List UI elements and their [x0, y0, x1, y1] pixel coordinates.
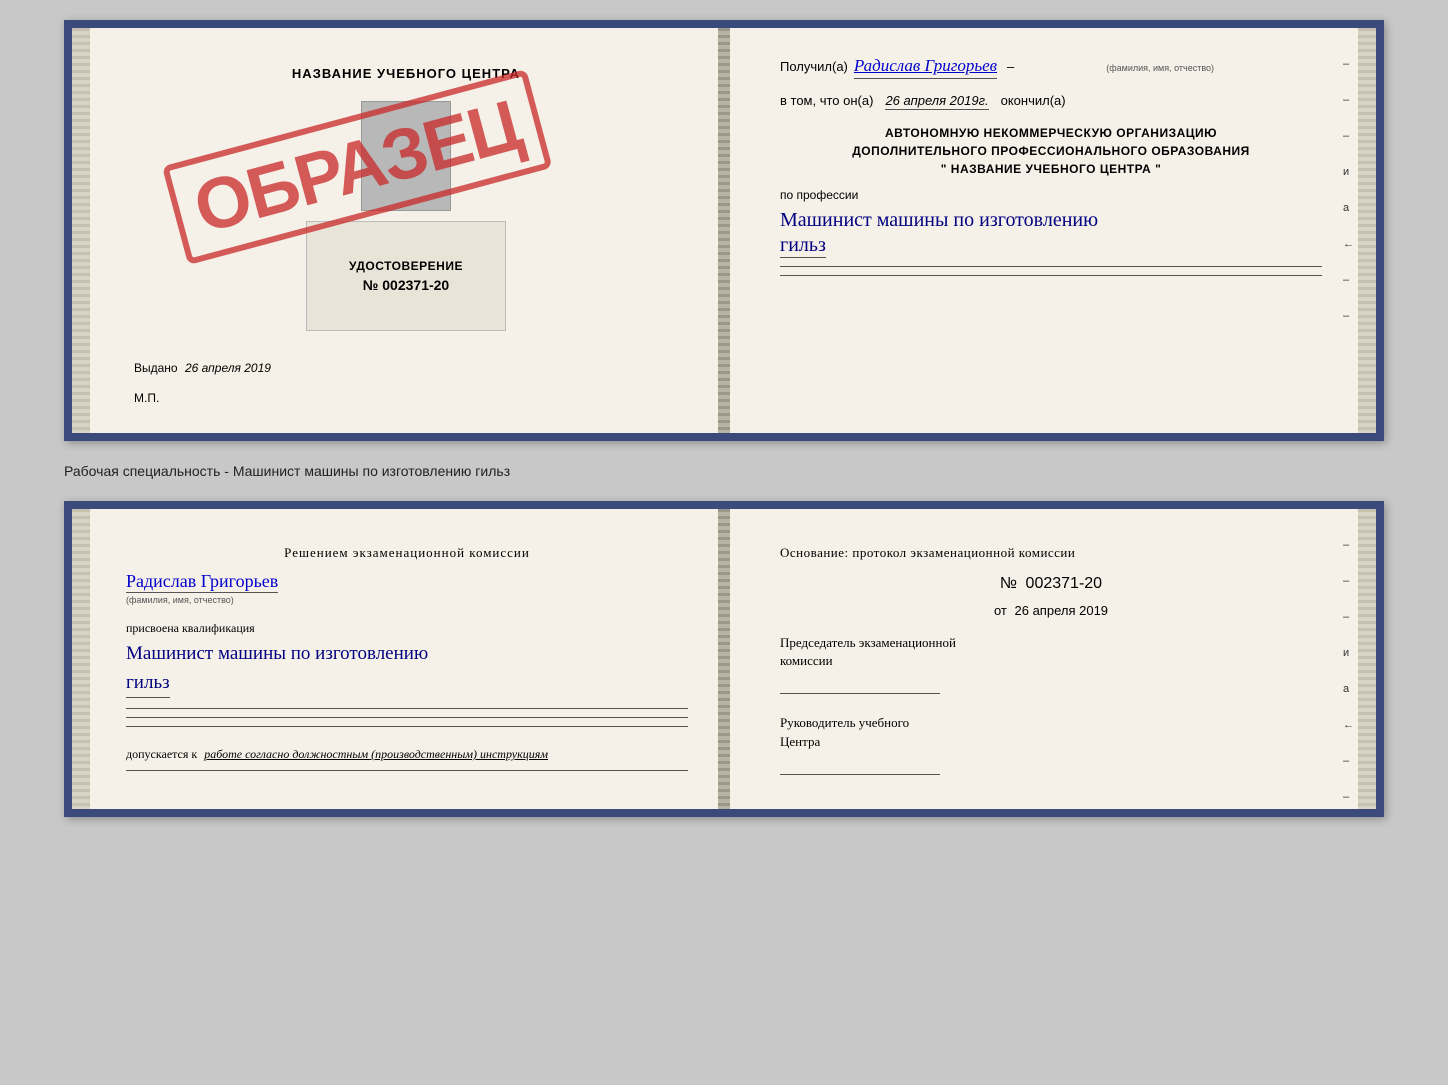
mark-4: и — [1343, 166, 1354, 178]
mark-5: а — [1343, 202, 1354, 214]
osnovanie-title: Основание: протокол экзаменационной коми… — [780, 545, 1322, 561]
rukovoditel-line1: Руководитель учебного — [780, 714, 1322, 732]
prisvoena-line: присвоена квалификация — [126, 621, 688, 636]
poluchil-line: Получил(а) Радислав Григорьев – (фамилия… — [780, 56, 1322, 79]
b-mark-6: ← — [1343, 719, 1354, 731]
profession-line2-top: гильз — [780, 234, 826, 258]
bottom-doc-left: Решением экзаменационной комиссии Радисл… — [72, 509, 718, 809]
profession-line1-top: Машинист машины по изготовлению — [780, 206, 1322, 234]
protocol-num: 002371-20 — [1026, 575, 1103, 592]
b-mark-3: – — [1343, 611, 1354, 623]
poluchil-prefix: Получил(а) — [780, 59, 848, 74]
po-professii: по профессии — [780, 188, 1322, 202]
top-doc-right: Получил(а) Радислав Григорьев – (фамилия… — [730, 28, 1376, 433]
mark-8: – — [1343, 310, 1354, 322]
dopuskaetsya-prefix: допускается к — [126, 747, 197, 761]
mark-2: – — [1343, 94, 1354, 106]
org-line1: АВТОНОМНУЮ НЕКОММЕРЧЕСКУЮ ОРГАНИЗАЦИЮ — [780, 124, 1322, 142]
b-mark-2: – — [1343, 575, 1354, 587]
protocol-number: № 002371-20 — [780, 575, 1322, 593]
top-document: НАЗВАНИЕ УЧЕБНОГО ЦЕНТРА ОБРАЗЕЦ УДОСТОВ… — [64, 20, 1384, 441]
b-mark-5: а — [1343, 683, 1354, 695]
b-mark-1: – — [1343, 539, 1354, 551]
cert-title: УДОСТОВЕРЕНИЕ — [349, 259, 463, 273]
poluchil-name: Радислав Григорьев — [854, 56, 997, 79]
bottom-divider — [718, 509, 730, 809]
doc-divider-center — [718, 28, 730, 433]
top-left-content: НАЗВАНИЕ УЧЕБНОГО ЦЕНТРА ОБРАЗЕЦ УДОСТОВ… — [102, 56, 688, 405]
org-quote-close: " — [1155, 162, 1161, 176]
cert-number: № 002371-20 — [363, 277, 449, 293]
ot-prefix: от — [994, 603, 1007, 618]
vtom-line: в том, что он(а) 26 апреля 2019г. окончи… — [780, 93, 1322, 110]
separator-2 — [780, 275, 1322, 276]
name-block-bottom: Радислав Григорьев (фамилия, имя, отчест… — [126, 571, 688, 613]
right-side-marks: – – – и а ← – – — [1343, 58, 1354, 322]
profession-hw2-line1: Машинист машины по изготовлению — [126, 640, 688, 669]
right-side-marks-bottom: – – – и а ← – – — [1343, 539, 1354, 803]
dopuskaetsya-block: допускается к работе согласно должностны… — [126, 747, 688, 762]
b-mark-8: – — [1343, 791, 1354, 803]
top-right-content: Получил(а) Радислав Григорьев – (фамилия… — [760, 56, 1346, 276]
bottom-sep-4 — [126, 770, 688, 771]
vydano-label: Выдано — [134, 361, 178, 375]
mark-1: – — [1343, 58, 1354, 70]
b-mark-7: – — [1343, 755, 1354, 767]
separator-1 — [780, 266, 1322, 267]
protocol-prefix: № — [1000, 575, 1017, 592]
vydano-date: 26 апреля 2019 — [185, 361, 271, 375]
mark-6: ← — [1343, 238, 1354, 250]
profession-hw2-line2: гильз — [126, 669, 170, 699]
ot-date-val: 26 апреля 2019 — [1015, 603, 1109, 618]
cert-block: УДОСТОВЕРЕНИЕ № 002371-20 — [306, 221, 506, 331]
org-name: НАЗВАНИЕ УЧЕБНОГО ЦЕНТРА — [951, 162, 1151, 176]
org-quote-open: " — [941, 162, 947, 176]
b-mark-4: и — [1343, 647, 1354, 659]
bottom-right-content: Основание: протокол экзаменационной коми… — [760, 545, 1346, 775]
okonchil: окончил(а) — [1001, 93, 1066, 108]
predsedatel-line1: Председатель экзаменационной — [780, 634, 1322, 652]
top-doc-left: НАЗВАНИЕ УЧЕБНОГО ЦЕНТРА ОБРАЗЕЦ УДОСТОВ… — [72, 28, 718, 433]
fio-label-bottom: (фамилия, имя, отчество) — [126, 595, 234, 605]
bottom-sep-1 — [126, 708, 688, 709]
name-handwritten-2: Радислав Григорьев — [126, 571, 278, 593]
between-docs-label: Рабочая специальность - Машинист машины … — [64, 459, 1384, 483]
rukovoditel-sign-line — [780, 757, 940, 775]
rukovoditel-block: Руководитель учебного Центра — [780, 714, 1322, 774]
dopusk-text: работе согласно должностным (производств… — [204, 747, 548, 761]
mark-3: – — [1343, 130, 1354, 142]
bottom-doc-right: Основание: протокол экзаменационной коми… — [730, 509, 1376, 809]
ot-date: от 26 апреля 2019 — [780, 603, 1322, 618]
dash: – — [1007, 59, 1014, 74]
fio-label-top: (фамилия, имя, отчество) — [1106, 63, 1214, 73]
org-line2: ДОПОЛНИТЕЛЬНОГО ПРОФЕССИОНАЛЬНОГО ОБРАЗО… — [780, 142, 1322, 160]
rukovoditel-line2: Центра — [780, 733, 1322, 751]
vydano-line: Выдано 26 апреля 2019 — [124, 361, 271, 375]
org-block: АВТОНОМНУЮ НЕКОММЕРЧЕСКУЮ ОРГАНИЗАЦИЮ ДО… — [780, 124, 1322, 178]
vtom-prefix: в том, что он(а) — [780, 93, 873, 108]
resheniem-block: Решением экзаменационной комиссии — [126, 545, 688, 561]
mp-label: М.П. — [124, 391, 159, 405]
between-label: Рабочая специальность - Машинист машины … — [64, 463, 510, 479]
org-name-quoted: " НАЗВАНИЕ УЧЕБНОГО ЦЕНТРА " — [780, 160, 1322, 178]
mark-7: – — [1343, 274, 1354, 286]
bottom-document: Решением экзаменационной комиссии Радисл… — [64, 501, 1384, 817]
vtom-date: 26 апреля 2019г. — [885, 93, 988, 110]
predsedatel-line2: комиссии — [780, 652, 1322, 670]
predsedatel-block: Председатель экзаменационной комиссии — [780, 634, 1322, 694]
bottom-sep-2 — [126, 717, 688, 718]
predsedatel-sign-line — [780, 676, 940, 694]
bottom-left-content: Решением экзаменационной комиссии Радисл… — [102, 545, 688, 771]
bottom-sep-3 — [126, 726, 688, 727]
